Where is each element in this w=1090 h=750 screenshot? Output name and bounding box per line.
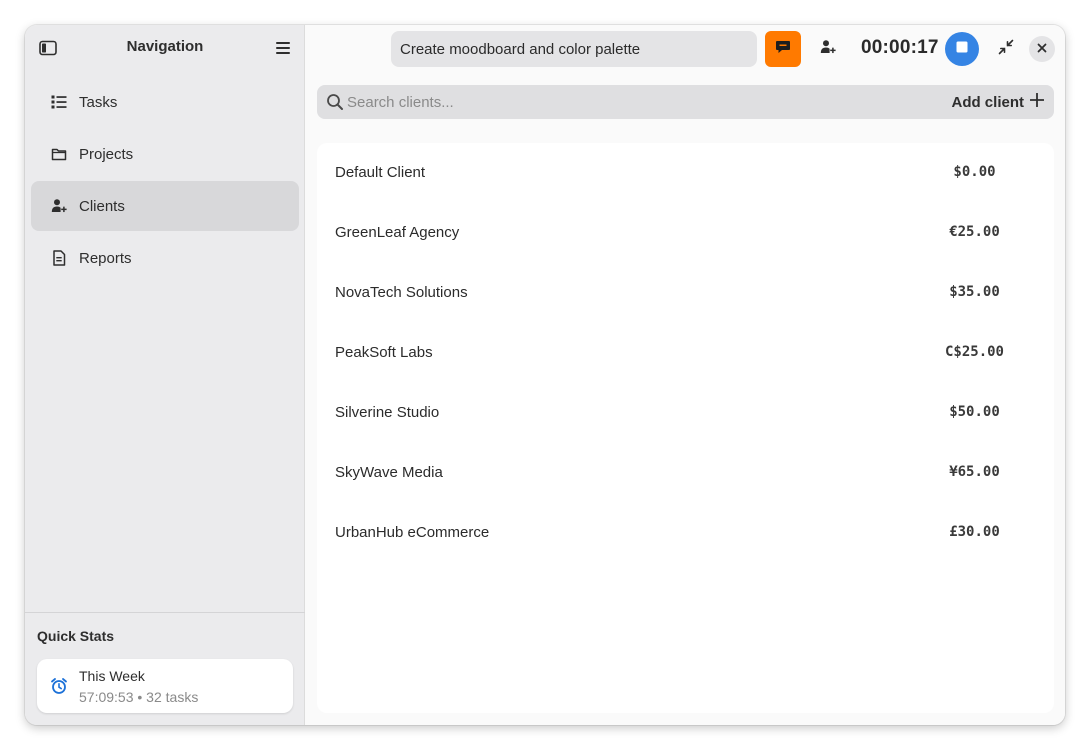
add-client-label: Add client xyxy=(951,93,1024,111)
client-search-bar: Add client xyxy=(317,85,1054,119)
search-icon xyxy=(326,93,344,111)
sidebar-title: Navigation xyxy=(126,38,204,55)
document-icon xyxy=(51,250,67,266)
plus-icon xyxy=(1029,92,1045,112)
client-name: GreenLeaf Agency xyxy=(335,224,460,241)
client-list: Default Client $0.00 GreenLeaf Agency €2… xyxy=(317,143,1054,713)
sidebar-item-label: Clients xyxy=(79,197,125,215)
search-input[interactable] xyxy=(347,85,927,119)
client-row[interactable]: NovaTech Solutions $35.00 xyxy=(317,263,1054,323)
client-name: Silverine Studio xyxy=(335,404,440,421)
client-name: PeakSoft Labs xyxy=(335,344,433,361)
client-row[interactable]: Silverine Studio $50.00 xyxy=(317,383,1054,443)
client-row[interactable]: Default Client $0.00 xyxy=(317,143,1054,203)
comment-button[interactable] xyxy=(765,31,801,67)
comment-icon xyxy=(775,39,791,60)
client-rate: €25.00 xyxy=(949,224,1000,240)
folder-icon xyxy=(51,146,67,162)
quick-stats-title: Quick Stats xyxy=(37,628,115,644)
client-row[interactable]: UrbanHub eCommerce £30.00 xyxy=(317,503,1054,563)
main-content: 00:00:17 Add cl xyxy=(306,25,1065,725)
stop-icon xyxy=(956,40,968,58)
close-icon xyxy=(1037,40,1047,58)
person-add-icon xyxy=(51,198,67,214)
client-rate: $50.00 xyxy=(949,404,1000,420)
sidebar-item-label: Projects xyxy=(79,145,134,163)
timer-toolbar: 00:00:17 xyxy=(306,25,1065,75)
sidebar-item-label: Reports xyxy=(79,249,132,267)
quick-stats-label: This Week xyxy=(79,668,145,684)
sidebar-item-tasks[interactable]: Tasks xyxy=(31,77,299,127)
assign-client-button[interactable] xyxy=(810,31,846,67)
client-name: UrbanHub eCommerce xyxy=(335,524,490,541)
client-name: SkyWave Media xyxy=(335,464,443,481)
sidebar: Navigation Tasks Projects Clients Report… xyxy=(25,25,305,725)
client-rate: ¥65.00 xyxy=(949,464,1000,480)
sidebar-header: Navigation xyxy=(25,25,305,71)
client-rate: $0.00 xyxy=(953,164,996,180)
add-client-button[interactable]: Add client xyxy=(951,85,1045,119)
sidebar-item-reports[interactable]: Reports xyxy=(31,233,299,283)
client-row[interactable]: SkyWave Media ¥65.00 xyxy=(317,443,1054,503)
collapse-window-button[interactable] xyxy=(989,32,1023,66)
client-rate: $35.00 xyxy=(949,284,1000,300)
sidebar-nav: Tasks Projects Clients Reports xyxy=(31,77,299,285)
client-name: NovaTech Solutions xyxy=(335,284,468,301)
client-rate: C$25.00 xyxy=(944,344,1004,360)
sidebar-divider xyxy=(25,612,305,613)
sidebar-item-projects[interactable]: Projects xyxy=(31,129,299,179)
client-name: Default Client xyxy=(335,164,426,181)
quick-stats-summary: 57:09:53 • 32 tasks xyxy=(79,689,199,705)
close-window-button[interactable] xyxy=(1029,36,1055,62)
client-row[interactable]: PeakSoft Labs C$25.00 xyxy=(317,323,1054,383)
alarm-clock-icon xyxy=(50,677,68,695)
hamburger-menu-icon[interactable] xyxy=(274,39,292,57)
sidebar-item-clients[interactable]: Clients xyxy=(31,181,299,231)
elapsed-timer: 00:00:17 xyxy=(861,37,939,58)
client-rate: £30.00 xyxy=(949,524,1000,540)
task-description-input[interactable] xyxy=(391,31,757,67)
sidebar-item-label: Tasks xyxy=(79,93,118,111)
task-list-icon xyxy=(51,94,67,110)
app-window: Navigation Tasks Projects Clients Report… xyxy=(25,25,1065,725)
person-add-icon xyxy=(820,39,836,60)
client-row[interactable]: GreenLeaf Agency €25.00 xyxy=(317,203,1054,263)
collapse-arrows-icon xyxy=(998,39,1014,60)
quick-stats-card[interactable]: This Week 57:09:53 • 32 tasks xyxy=(37,659,293,713)
stop-timer-button[interactable] xyxy=(945,32,979,66)
